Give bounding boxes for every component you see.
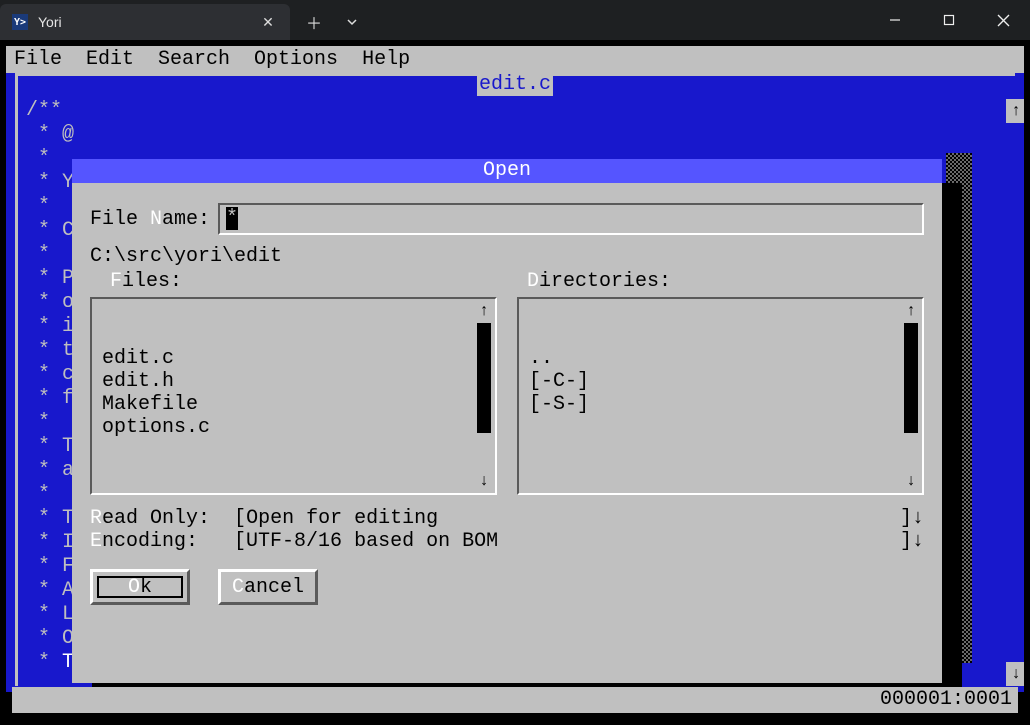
files-listbox[interactable]: edit.cedit.hMakefileoptions.c ↑ ↓	[90, 297, 497, 495]
list-item[interactable]: edit.c	[102, 347, 471, 370]
tab-close-icon[interactable]: ✕	[256, 10, 280, 34]
scroll-up-icon[interactable]: ↑	[906, 301, 916, 321]
app-icon: Y>	[12, 14, 28, 30]
directories-label: Directories:	[507, 270, 924, 293]
menubar: File Edit Search Options Help	[6, 46, 1024, 73]
cursor-position: 000001:0001	[880, 688, 1012, 711]
menu-edit[interactable]: Edit	[86, 48, 134, 71]
ok-button[interactable]: Ok	[90, 569, 190, 605]
list-item[interactable]: ..	[529, 347, 898, 370]
list-item[interactable]: [-S-]	[529, 393, 898, 416]
tab-dropdown-button[interactable]	[334, 5, 370, 39]
editor-scroll-down-icon[interactable]: ↓	[1006, 662, 1024, 686]
dropdown-arrow-icon[interactable]: ]↓	[900, 507, 924, 530]
list-item[interactable]: Makefile	[102, 393, 471, 416]
editor-filename: edit.c	[477, 73, 553, 96]
list-item[interactable]: [-C-]	[529, 370, 898, 393]
menu-options[interactable]: Options	[254, 48, 338, 71]
window-close-button[interactable]	[976, 0, 1030, 40]
window-titlebar: Y> Yori ✕ ＋	[0, 0, 1030, 40]
cancel-button[interactable]: Cancel	[218, 569, 318, 605]
scrollbar-thumb[interactable]	[477, 323, 491, 433]
dialog-title: Open	[72, 159, 942, 183]
tab-title: Yori	[38, 14, 256, 30]
editor-area: edit.c ↑ ↓ /** * @ * * Y * * C * * P * o…	[6, 73, 1024, 692]
current-path: C:\src\yori\edit	[90, 245, 924, 268]
status-bar: 000001:0001	[12, 687, 1018, 713]
readonly-select[interactable]: Open for editing	[246, 507, 438, 530]
menu-help[interactable]: Help	[362, 48, 410, 71]
terminal-tab[interactable]: Y> Yori ✕	[0, 4, 290, 40]
scrollbar-thumb[interactable]	[904, 323, 918, 433]
new-tab-button[interactable]: ＋	[296, 5, 332, 39]
scroll-down-icon[interactable]: ↓	[479, 471, 489, 491]
window-minimize-button[interactable]	[868, 0, 922, 40]
list-item[interactable]: edit.h	[102, 370, 471, 393]
editor-scroll-up-icon[interactable]: ↑	[1006, 99, 1024, 123]
menu-file[interactable]: File	[14, 48, 62, 71]
filename-label: File Name:	[90, 208, 210, 231]
open-dialog: Open File Name: * C:\src\yori\edit Files…	[72, 159, 942, 683]
filename-input[interactable]: *	[218, 203, 924, 235]
menu-search[interactable]: Search	[158, 48, 230, 71]
files-label: Files:	[90, 270, 507, 293]
directories-listbox[interactable]: ..[-C-][-S-] ↑ ↓	[517, 297, 924, 495]
scroll-down-icon[interactable]: ↓	[906, 471, 916, 491]
encoding-label: Encoding:	[90, 530, 198, 553]
readonly-label: Read Only:	[90, 507, 210, 530]
list-item[interactable]: options.c	[102, 416, 471, 439]
scroll-up-icon[interactable]: ↑	[479, 301, 489, 321]
dropdown-arrow-icon[interactable]: ]↓	[900, 530, 924, 553]
window-maximize-button[interactable]	[922, 0, 976, 40]
encoding-select[interactable]: UTF-8/16 based on BOM	[246, 530, 498, 553]
